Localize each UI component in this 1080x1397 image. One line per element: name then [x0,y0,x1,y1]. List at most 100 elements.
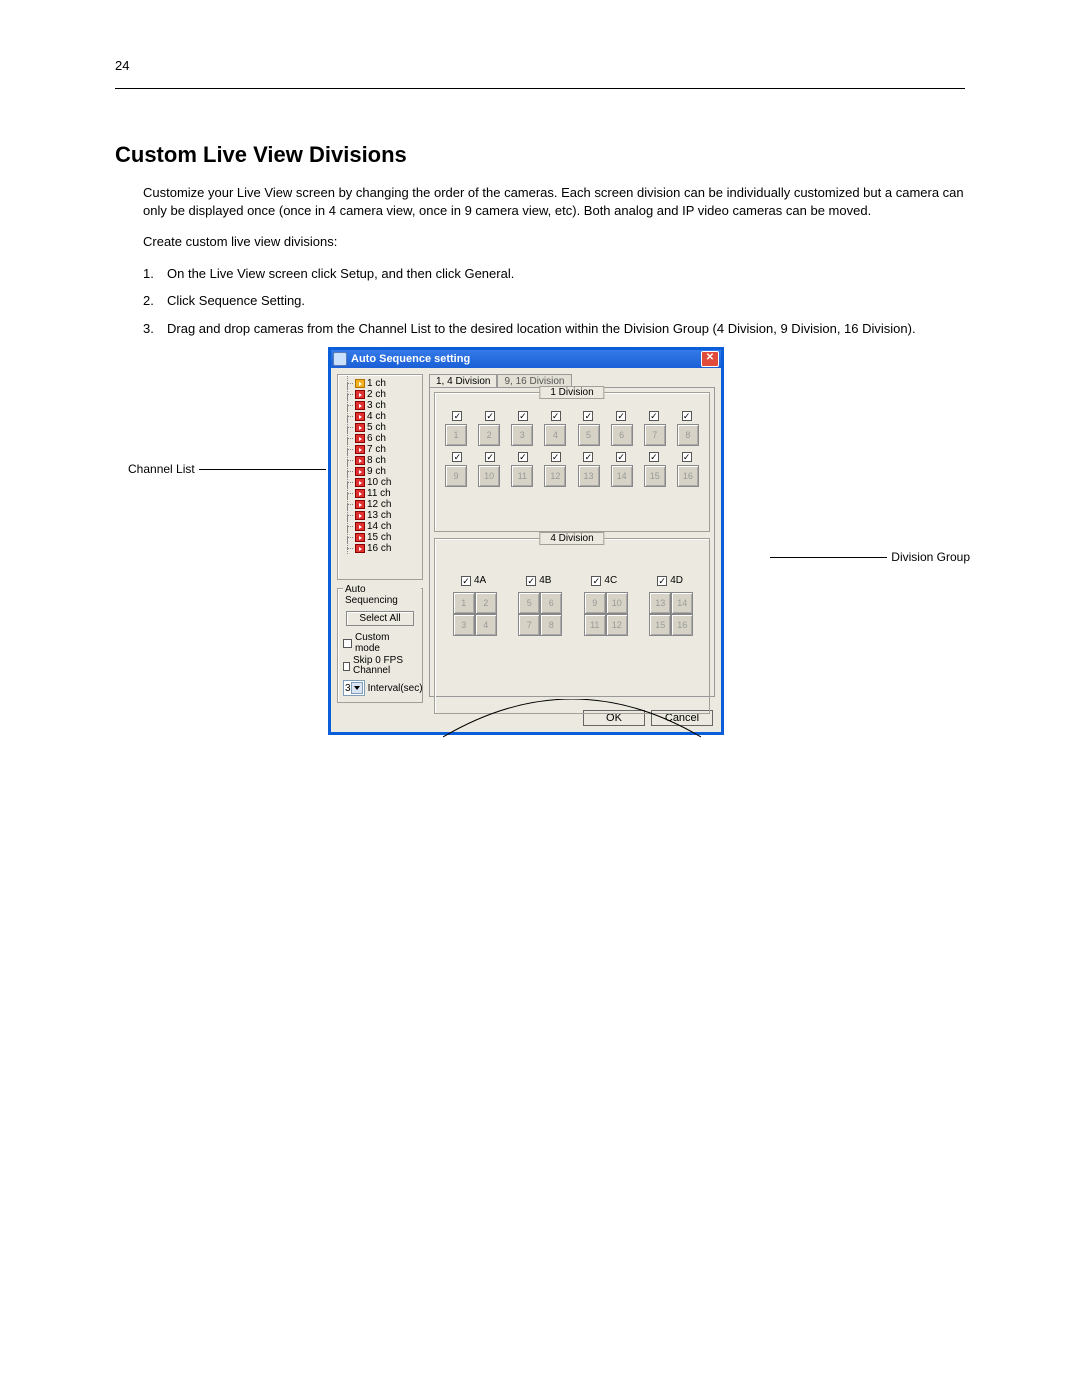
step-text: On the Live View screen click Setup, and… [167,265,965,283]
auto-sequence-dialog: Auto Sequence setting ✕ 1 ch2 ch3 ch4 ch… [328,347,724,735]
slot-checkbox[interactable] [485,452,495,462]
group-checkbox[interactable] [526,576,536,586]
camera-icon [355,456,365,465]
division-slot[interactable]: 3 [453,614,475,636]
custom-mode-checkbox[interactable] [343,639,352,648]
slot-checkbox[interactable] [452,452,462,462]
channel-item[interactable]: 4 ch [343,411,419,422]
channel-item[interactable]: 1 ch [343,378,419,389]
division-slot[interactable]: 5 [578,424,600,446]
division-slot[interactable]: 8 [677,424,699,446]
channel-item[interactable]: 14 ch [343,521,419,532]
channel-item[interactable]: 15 ch [343,532,419,543]
chevron-down-icon[interactable] [351,682,363,694]
titlebar[interactable]: Auto Sequence setting ✕ [331,350,721,368]
division-slot[interactable]: 6 [540,592,562,614]
slot-checkbox[interactable] [518,411,528,421]
division-slot[interactable]: 10 [606,592,628,614]
division-slot[interactable]: 9 [445,465,467,487]
subheading: Create custom live view divisions: [143,233,965,251]
four-div-header: 4A [461,575,486,586]
channel-item[interactable]: 5 ch [343,422,419,433]
slot-checkbox[interactable] [452,411,462,421]
division-slot[interactable]: 9 [584,592,606,614]
interval-label: Interval(sec) [368,683,423,694]
slot-checkbox[interactable] [551,411,561,421]
division-slot[interactable]: 8 [540,614,562,636]
auto-sequencing-panel: Auto Sequencing Select All Custom mode S… [337,588,423,703]
division-slot[interactable]: 6 [611,424,633,446]
channel-item[interactable]: 2 ch [343,389,419,400]
step-2: 2. Click Sequence Setting. [143,292,965,310]
division-slot[interactable]: 10 [478,465,500,487]
division-slot[interactable]: 13 [578,465,600,487]
step-3: 3. Drag and drop cameras from the Channe… [143,320,965,338]
division-slot[interactable]: 15 [644,465,666,487]
slot-checkbox[interactable] [583,411,593,421]
channel-item[interactable]: 9 ch [343,466,419,477]
division-slot[interactable]: 16 [671,614,693,636]
division-slot[interactable]: 4 [544,424,566,446]
group-checkbox[interactable] [461,576,471,586]
division-slot[interactable]: 1 [453,592,475,614]
division-slot[interactable]: 14 [611,465,633,487]
division-slot[interactable]: 2 [475,592,497,614]
slot-checkbox[interactable] [616,452,626,462]
division-slot[interactable]: 7 [644,424,666,446]
slot-checkbox[interactable] [616,411,626,421]
slot-checkbox[interactable] [682,452,692,462]
division-slot[interactable]: 2 [478,424,500,446]
division-slot[interactable]: 4 [475,614,497,636]
camera-icon [355,379,365,388]
slot-checkbox[interactable] [518,452,528,462]
channel-item[interactable]: 13 ch [343,510,419,521]
channel-item[interactable]: 8 ch [343,455,419,466]
page-number: 24 [115,58,129,73]
interval-combo[interactable]: 3 [343,680,365,696]
auto-sequencing-label: Auto Sequencing [343,584,421,606]
channel-item[interactable]: 3 ch [343,400,419,411]
camera-icon [355,434,365,443]
channel-item[interactable]: 16 ch [343,543,419,554]
slot-checkbox[interactable] [583,452,593,462]
channel-item[interactable]: 11 ch [343,488,419,499]
slot-checkbox[interactable] [649,452,659,462]
custom-mode-label: Custom mode [355,632,417,654]
division-slot[interactable]: 15 [649,614,671,636]
close-icon[interactable]: ✕ [701,351,719,367]
division-slot[interactable]: 13 [649,592,671,614]
channel-item[interactable]: 6 ch [343,433,419,444]
camera-icon [355,467,365,476]
skip0fps-checkbox[interactable] [343,662,350,671]
camera-icon [355,478,365,487]
camera-icon [355,445,365,454]
select-all-button[interactable]: Select All [346,611,414,626]
four-div-grid: 5678 [518,592,560,634]
division-slot[interactable]: 11 [511,465,533,487]
division-slot[interactable]: 11 [584,614,606,636]
division-slot[interactable]: 1 [445,424,467,446]
channel-item[interactable]: 10 ch [343,477,419,488]
slot-checkbox[interactable] [682,411,692,421]
group-checkbox[interactable] [591,576,601,586]
slot-checkbox[interactable] [485,411,495,421]
division-slot[interactable]: 3 [511,424,533,446]
tab-1-4-division[interactable]: 1, 4 Division [429,374,497,388]
division-slot[interactable]: 12 [544,465,566,487]
division-slot[interactable]: 7 [518,614,540,636]
camera-icon [355,489,365,498]
four-div-grid: 9101112 [584,592,626,634]
division-slot[interactable]: 14 [671,592,693,614]
division-slot[interactable]: 16 [677,465,699,487]
camera-icon [355,533,365,542]
division-slot[interactable]: 12 [606,614,628,636]
slot-checkbox[interactable] [649,411,659,421]
group-checkbox[interactable] [657,576,667,586]
camera-icon [355,500,365,509]
division-slot[interactable]: 5 [518,592,540,614]
channel-item[interactable]: 12 ch [343,499,419,510]
skip0fps-label: Skip 0 FPS Channel [353,656,417,676]
slot-checkbox[interactable] [551,452,561,462]
channel-item[interactable]: 7 ch [343,444,419,455]
four-division-label: 4 Division [539,532,604,545]
